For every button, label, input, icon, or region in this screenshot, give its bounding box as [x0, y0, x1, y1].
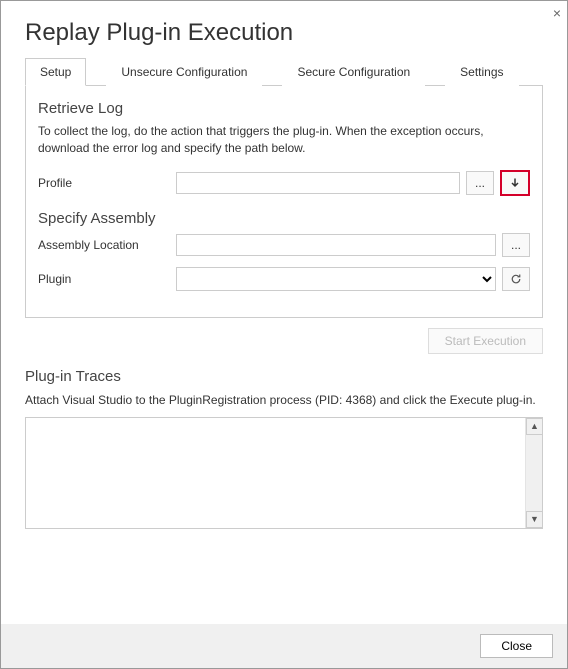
setup-panel: Retrieve Log To collect the log, do the …	[25, 86, 543, 318]
start-execution-button[interactable]: Start Execution	[428, 328, 543, 354]
plugin-traces-header: Plug-in Traces	[25, 368, 543, 385]
assembly-location-label: Assembly Location	[38, 238, 170, 252]
profile-browse-button[interactable]: ...	[466, 171, 494, 195]
download-arrow-icon	[509, 177, 521, 189]
plugin-refresh-button[interactable]	[502, 267, 530, 291]
plugin-select[interactable]	[176, 267, 496, 291]
plugin-label: Plugin	[38, 272, 170, 286]
close-icon[interactable]: ×	[553, 5, 561, 21]
ellipsis-icon: ...	[511, 238, 521, 252]
scroll-down-icon[interactable]: ▼	[526, 511, 543, 528]
close-button[interactable]: Close	[480, 634, 553, 658]
dialog-title: Replay Plug-in Execution	[1, 1, 567, 57]
tab-strip: Setup Unsecure Configuration Secure Conf…	[25, 57, 543, 86]
dialog-footer: Close	[1, 624, 567, 668]
tab-unsecure-configuration[interactable]: Unsecure Configuration	[106, 58, 262, 86]
plugin-traces-output[interactable]: ▲ ▼	[25, 417, 543, 529]
scrollbar[interactable]: ▲ ▼	[525, 418, 542, 528]
profile-label: Profile	[38, 176, 170, 190]
refresh-icon	[510, 273, 522, 285]
ellipsis-icon: ...	[475, 176, 485, 190]
profile-download-button[interactable]	[500, 170, 530, 196]
profile-input[interactable]	[176, 172, 460, 194]
assembly-location-input[interactable]	[176, 234, 496, 256]
tab-setup[interactable]: Setup	[25, 58, 86, 86]
plugin-traces-desc: Attach Visual Studio to the PluginRegist…	[25, 393, 543, 407]
tab-settings[interactable]: Settings	[445, 58, 518, 86]
retrieve-log-header: Retrieve Log	[38, 100, 530, 117]
specify-assembly-header: Specify Assembly	[38, 210, 530, 227]
tab-secure-configuration[interactable]: Secure Configuration	[282, 58, 425, 86]
assembly-browse-button[interactable]: ...	[502, 233, 530, 257]
scroll-up-icon[interactable]: ▲	[526, 418, 543, 435]
retrieve-log-desc: To collect the log, do the action that t…	[38, 123, 530, 158]
